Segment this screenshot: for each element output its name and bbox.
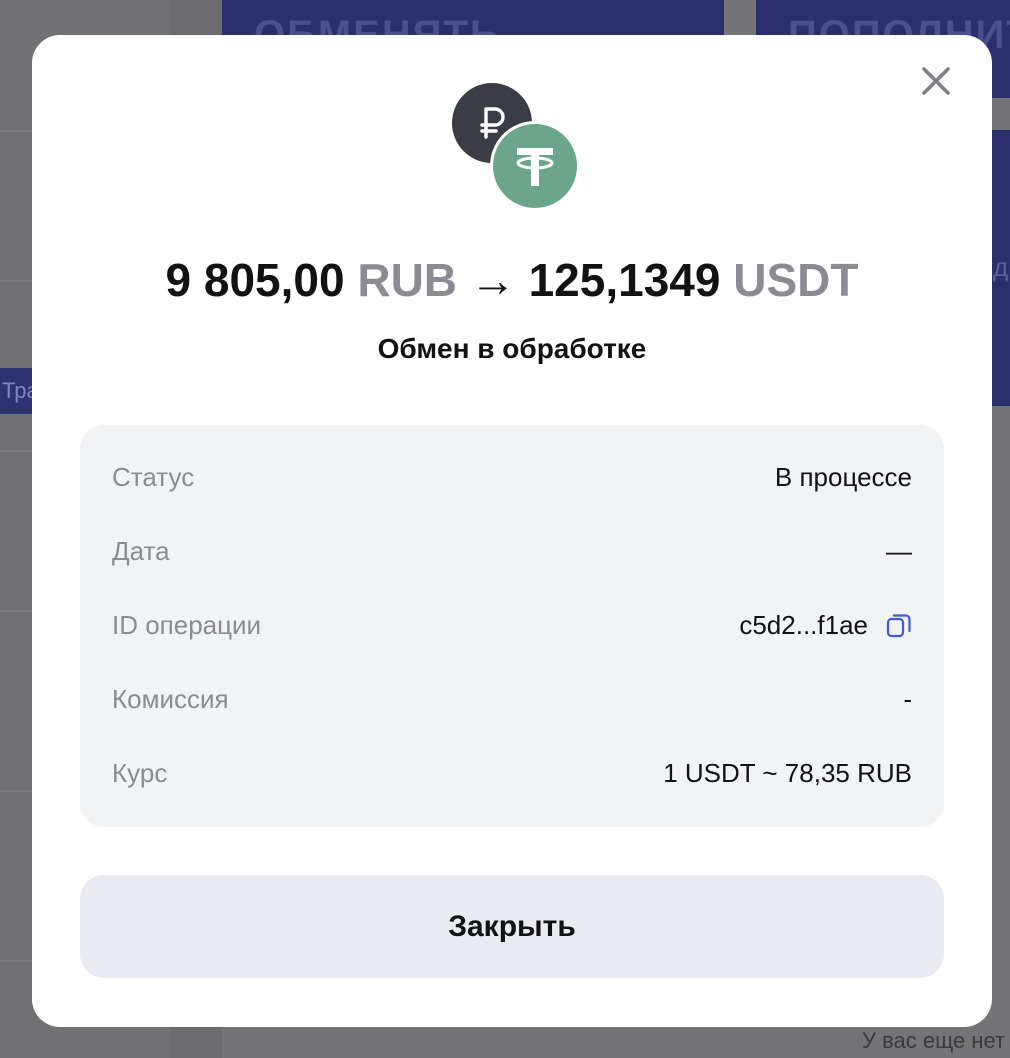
close-button[interactable]: Закрыть <box>80 875 944 978</box>
to-currency: USDT <box>733 254 859 306</box>
exchange-amount: 9 805,00 RUB → 125,1349 USDT <box>32 253 992 307</box>
detail-label: ID операции <box>112 609 262 640</box>
background-footer-text: У вас еще нет <box>862 1028 1006 1053</box>
detail-row-status: Статус В процессе <box>112 457 912 497</box>
detail-row-rate: Курс 1 USDT ~ 78,35 RUB <box>112 753 912 793</box>
detail-row-commission: Комиссия - <box>112 679 912 719</box>
detail-value: 1 USDT ~ 78,35 RUB <box>663 757 912 788</box>
currency-pair-icons <box>452 83 580 211</box>
detail-row-date: Дата — <box>112 531 912 571</box>
detail-value-wrap: c5d2...f1ae <box>739 610 912 641</box>
arrow-icon: → <box>469 254 516 306</box>
exchange-status-modal: 9 805,00 RUB → 125,1349 USDT Обмен в обр… <box>32 35 992 1027</box>
detail-value: В процессе <box>774 461 912 492</box>
background-divider <box>0 790 32 792</box>
detail-label: Комиссия <box>112 683 229 714</box>
detail-label: Курс <box>112 757 168 788</box>
detail-row-operation-id: ID операции c5d2...f1ae <box>112 605 912 645</box>
background-divider <box>0 130 32 132</box>
detail-value: - <box>903 683 912 714</box>
tether-coin-icon <box>490 121 580 211</box>
detail-label: Дата <box>112 535 170 566</box>
background-divider <box>0 960 32 962</box>
background-divider <box>0 280 32 282</box>
detail-value: — <box>886 535 912 566</box>
to-amount: 125,1349 <box>528 254 721 306</box>
background-divider <box>0 450 32 452</box>
details-panel: Статус В процессе Дата — ID операции c5d… <box>80 425 944 827</box>
operation-id-value: c5d2...f1ae <box>739 609 868 640</box>
copy-icon[interactable] <box>886 612 912 638</box>
close-icon[interactable] <box>920 65 952 97</box>
detail-label: Статус <box>112 461 195 492</box>
background-exchange-button: ОБМЕНЯТЬ <box>222 0 724 36</box>
modal-subtitle: Обмен в обработке <box>377 333 647 364</box>
background-divider <box>0 610 32 612</box>
from-amount: 9 805,00 <box>165 254 345 306</box>
from-currency: RUB <box>357 254 458 306</box>
background-left-tab: Тра <box>0 368 32 414</box>
background-side-letter: д <box>993 252 1009 282</box>
